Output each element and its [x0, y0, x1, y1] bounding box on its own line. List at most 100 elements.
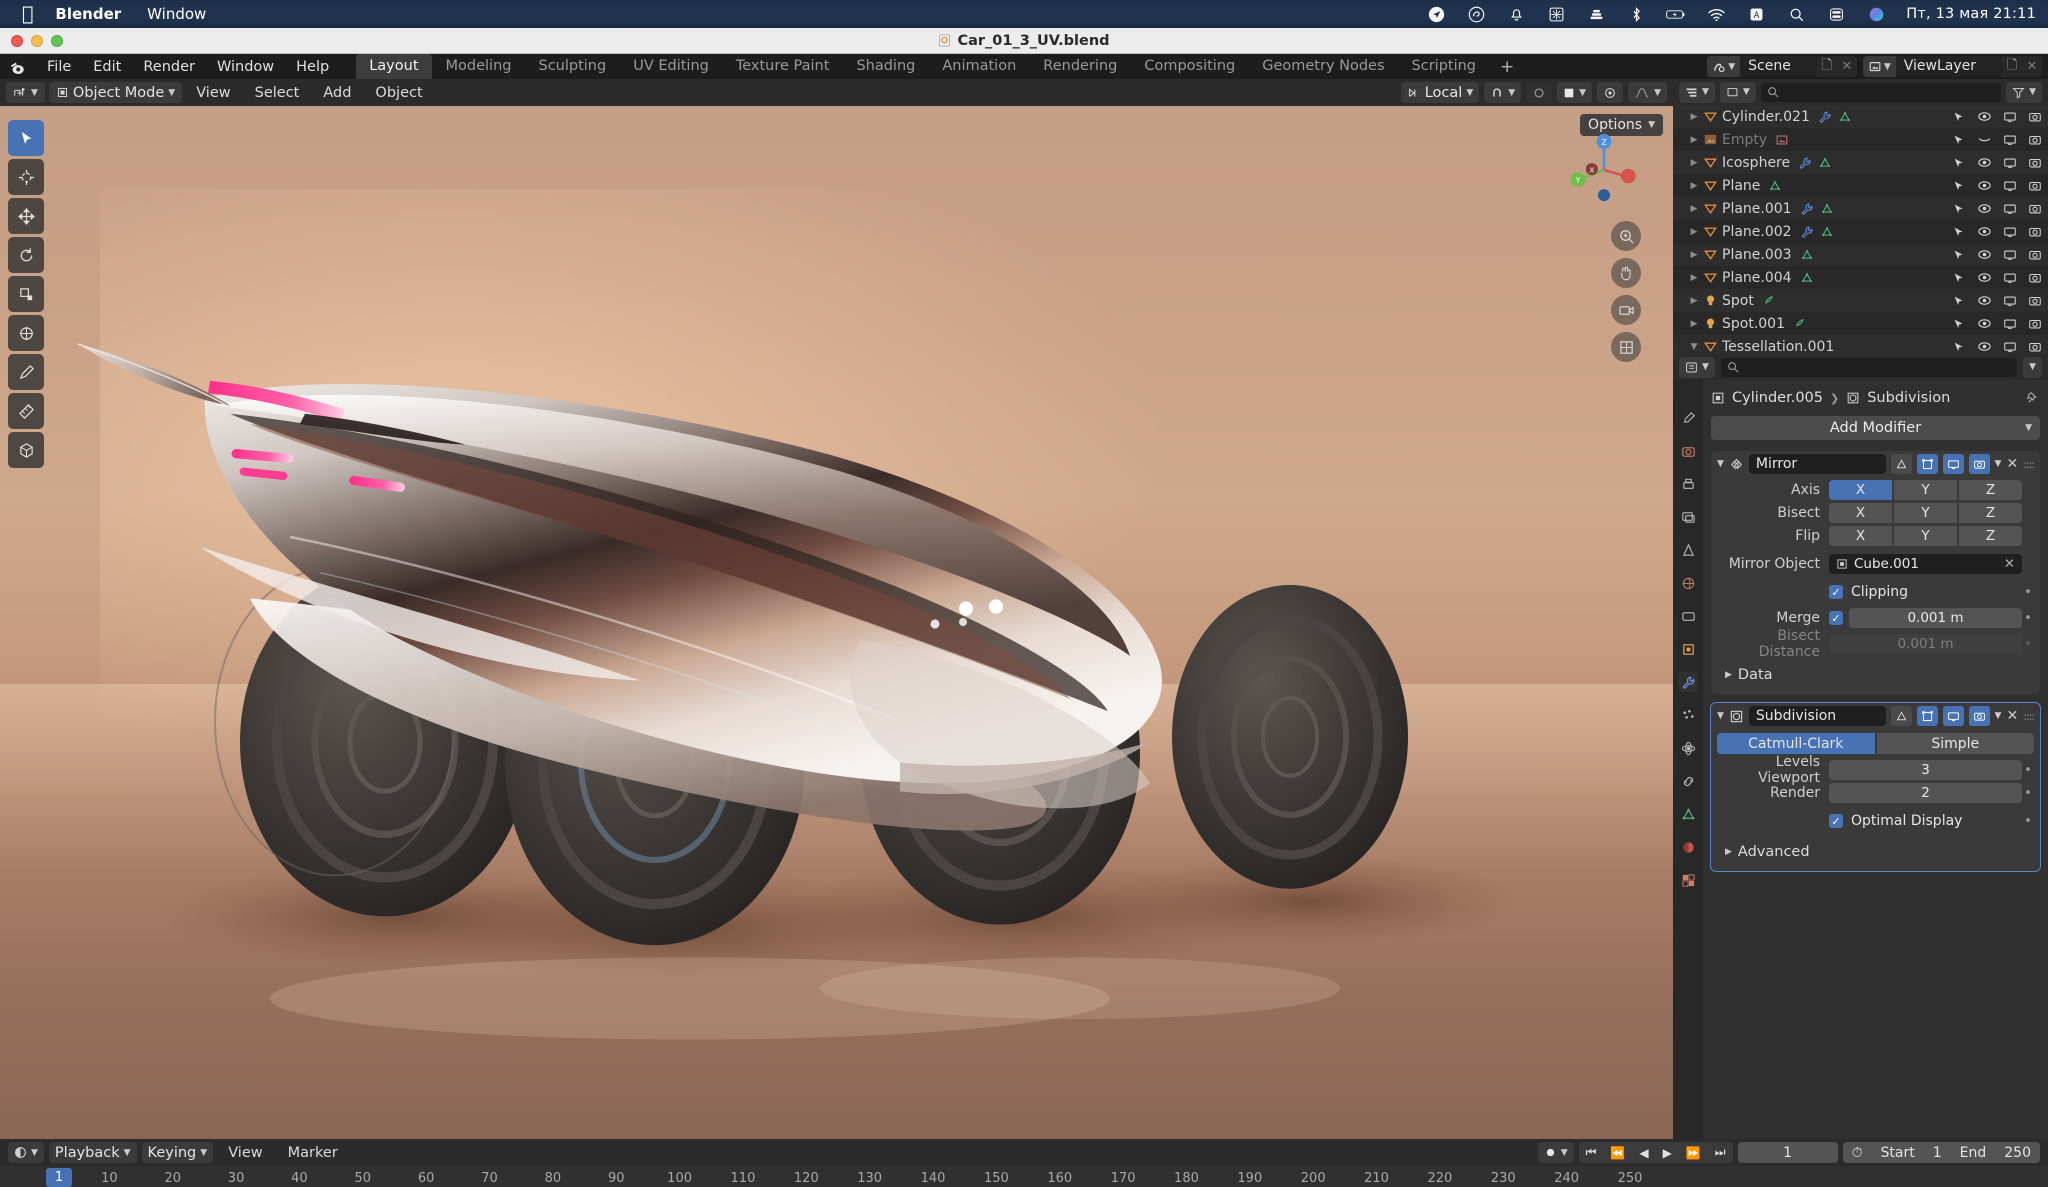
workspace-tab-layout[interactable]: Layout [356, 54, 432, 79]
proportional-falloff-selector[interactable]: ▼ [1557, 82, 1593, 103]
disable-in-render-icon[interactable] [2028, 271, 2042, 285]
scene-name[interactable]: Scene [1740, 56, 1817, 77]
blender-logo-icon[interactable] [8, 57, 28, 77]
flip-y-button[interactable]: Y [1894, 526, 1957, 546]
mesh-data-icon[interactable] [1820, 225, 1834, 239]
disable-in-render-icon[interactable] [2028, 179, 2042, 193]
selectability-icon[interactable] [1952, 110, 1966, 124]
start-frame-value[interactable]: 1 [1924, 1145, 1951, 1161]
hide-in-viewport-icon[interactable] [1977, 293, 1992, 308]
mesh-data-icon[interactable] [1818, 156, 1832, 170]
cursor-tool[interactable] [8, 159, 44, 195]
modifier-icon[interactable] [1800, 202, 1814, 216]
play-reverse-icon[interactable]: ◀ [1632, 1146, 1655, 1160]
axis-x-button[interactable]: X [1829, 480, 1892, 500]
workspace-tab-compositing[interactable]: Compositing [1131, 54, 1248, 79]
modifier-icon[interactable] [1798, 156, 1812, 170]
rotate-tool[interactable] [8, 237, 44, 273]
disable-in-render-icon[interactable] [2028, 340, 2042, 354]
annotate-tool[interactable] [8, 354, 44, 390]
bisect-y-button[interactable]: Y [1894, 503, 1957, 523]
xray-toggle[interactable] [1597, 82, 1624, 103]
bisect-z-button[interactable]: Z [1959, 503, 2022, 523]
play-icon[interactable]: ▶ [1656, 1146, 1679, 1160]
modifier-icon[interactable] [1818, 110, 1832, 124]
checker-texture-icon[interactable] [1678, 870, 1698, 890]
outliner-row-plane-002[interactable]: ▶ Plane.002 [1673, 220, 2048, 243]
outliner-row-plane-003[interactable]: ▶ Plane.003 [1673, 243, 2048, 266]
battery-icon[interactable] [1666, 4, 1686, 24]
subdivision-advanced-subpanel[interactable]: ▶ Advanced [1717, 840, 2034, 863]
hide-in-viewport-icon[interactable] [1977, 224, 1992, 239]
disable-in-render-icon[interactable] [2028, 225, 2042, 239]
selectability-icon[interactable] [1952, 225, 1966, 239]
selectability-icon[interactable] [1952, 248, 1966, 262]
expand-toggle-icon[interactable]: ▶ [1687, 181, 1701, 191]
snap-settings[interactable]: ▼ [1484, 82, 1522, 103]
world-icon[interactable] [1678, 573, 1698, 593]
expand-toggle-icon[interactable]: ▶ [1687, 227, 1701, 237]
notification-bell-icon[interactable] [1506, 4, 1526, 24]
selectability-icon[interactable] [1952, 294, 1966, 308]
menu-window[interactable]: Window [147, 5, 206, 23]
measure-tool[interactable] [8, 393, 44, 429]
outliner-row-plane-001[interactable]: ▶ Plane.001 [1673, 197, 2048, 220]
viewport-menu-object[interactable]: Object [365, 83, 432, 103]
input-source-icon[interactable]: A [1746, 4, 1766, 24]
modifier-name-mirror[interactable]: Mirror [1748, 454, 1886, 474]
render-toggle[interactable] [1968, 454, 1990, 474]
disable-in-viewport-icon[interactable] [2003, 179, 2017, 193]
pin-icon[interactable] [2026, 391, 2040, 405]
auto-keying-icon[interactable]: ▼ [1537, 1142, 1574, 1163]
mesh-data-green-icon[interactable] [1678, 804, 1698, 824]
location-icon[interactable] [1426, 4, 1446, 24]
new-viewlayer-icon[interactable]: 🗋 [2002, 56, 2022, 77]
drag-handle[interactable]: :::: [2023, 710, 2035, 723]
axis-y-button[interactable]: Y [1894, 480, 1957, 500]
expand-toggle-icon[interactable]: ▶ [1687, 250, 1701, 260]
workspace-tab-modeling[interactable]: Modeling [433, 54, 525, 79]
zoom-view-button[interactable] [1611, 221, 1641, 251]
delete-modifier-button[interactable]: ✕ [2006, 456, 2018, 472]
outliner-display-mode[interactable]: ▼ [1719, 81, 1756, 103]
disable-in-viewport-icon[interactable] [2003, 271, 2017, 285]
creative-cloud-icon[interactable] [1466, 4, 1486, 24]
control-center-icon[interactable] [1826, 4, 1846, 24]
mesh-data-icon[interactable] [1820, 202, 1834, 216]
disable-in-render-icon[interactable] [2028, 294, 2042, 308]
siri-icon[interactable] [1866, 4, 1886, 24]
selectability-icon[interactable] [1952, 202, 1966, 216]
scale-tool[interactable] [8, 276, 44, 312]
merge-value[interactable]: 0.001 m [1849, 608, 2022, 628]
outliner-filter-icon[interactable]: ▼ [2006, 81, 2042, 103]
stopwatch-icon[interactable]: ⏱ [1843, 1145, 1872, 1161]
material-sphere-icon[interactable] [1678, 837, 1698, 857]
menu-render[interactable]: Render [132, 56, 206, 78]
disable-in-render-icon[interactable] [2028, 202, 2042, 216]
disable-in-viewport-icon[interactable] [2003, 225, 2017, 239]
disable-in-viewport-icon[interactable] [2003, 294, 2017, 308]
expand-toggle-icon[interactable]: ▶ [1687, 135, 1701, 145]
drag-handle[interactable]: :::: [2023, 458, 2035, 471]
modifier-name-subdivision[interactable]: Subdivision [1748, 706, 1886, 726]
workspace-tab-scripting[interactable]: Scripting [1399, 54, 1489, 79]
simple-button[interactable]: Simple [1876, 733, 2034, 754]
viewport-menu-select[interactable]: Select [245, 83, 310, 103]
camera-back-icon[interactable] [1678, 441, 1698, 461]
expand-toggle-icon[interactable]: ▶ [1687, 319, 1701, 329]
mesh-data-icon[interactable] [1800, 271, 1814, 285]
clipping-checkbox[interactable]: ✓ [1829, 585, 1843, 599]
outliner-editor-type-icon[interactable]: ▼ [1679, 81, 1715, 103]
timeline-menu-marker[interactable]: Marker [278, 1143, 348, 1163]
wifi-icon[interactable] [1706, 4, 1726, 24]
spotlight-search-icon[interactable] [1786, 4, 1806, 24]
mesh-data-icon[interactable] [1838, 110, 1852, 124]
realtime-toggle[interactable] [1942, 454, 1964, 474]
axis-z-button[interactable]: Z [1959, 480, 2022, 500]
wrench-icon[interactable] [1678, 672, 1698, 692]
proportional-editing-toggle[interactable] [1526, 82, 1553, 103]
collection-icon[interactable] [1678, 606, 1698, 626]
hide-in-viewport-icon[interactable] [1977, 270, 1992, 285]
outliner-row-cylinder-021[interactable]: ▶ Cylinder.021 [1673, 105, 2048, 128]
light-data-icon[interactable] [1793, 317, 1807, 331]
